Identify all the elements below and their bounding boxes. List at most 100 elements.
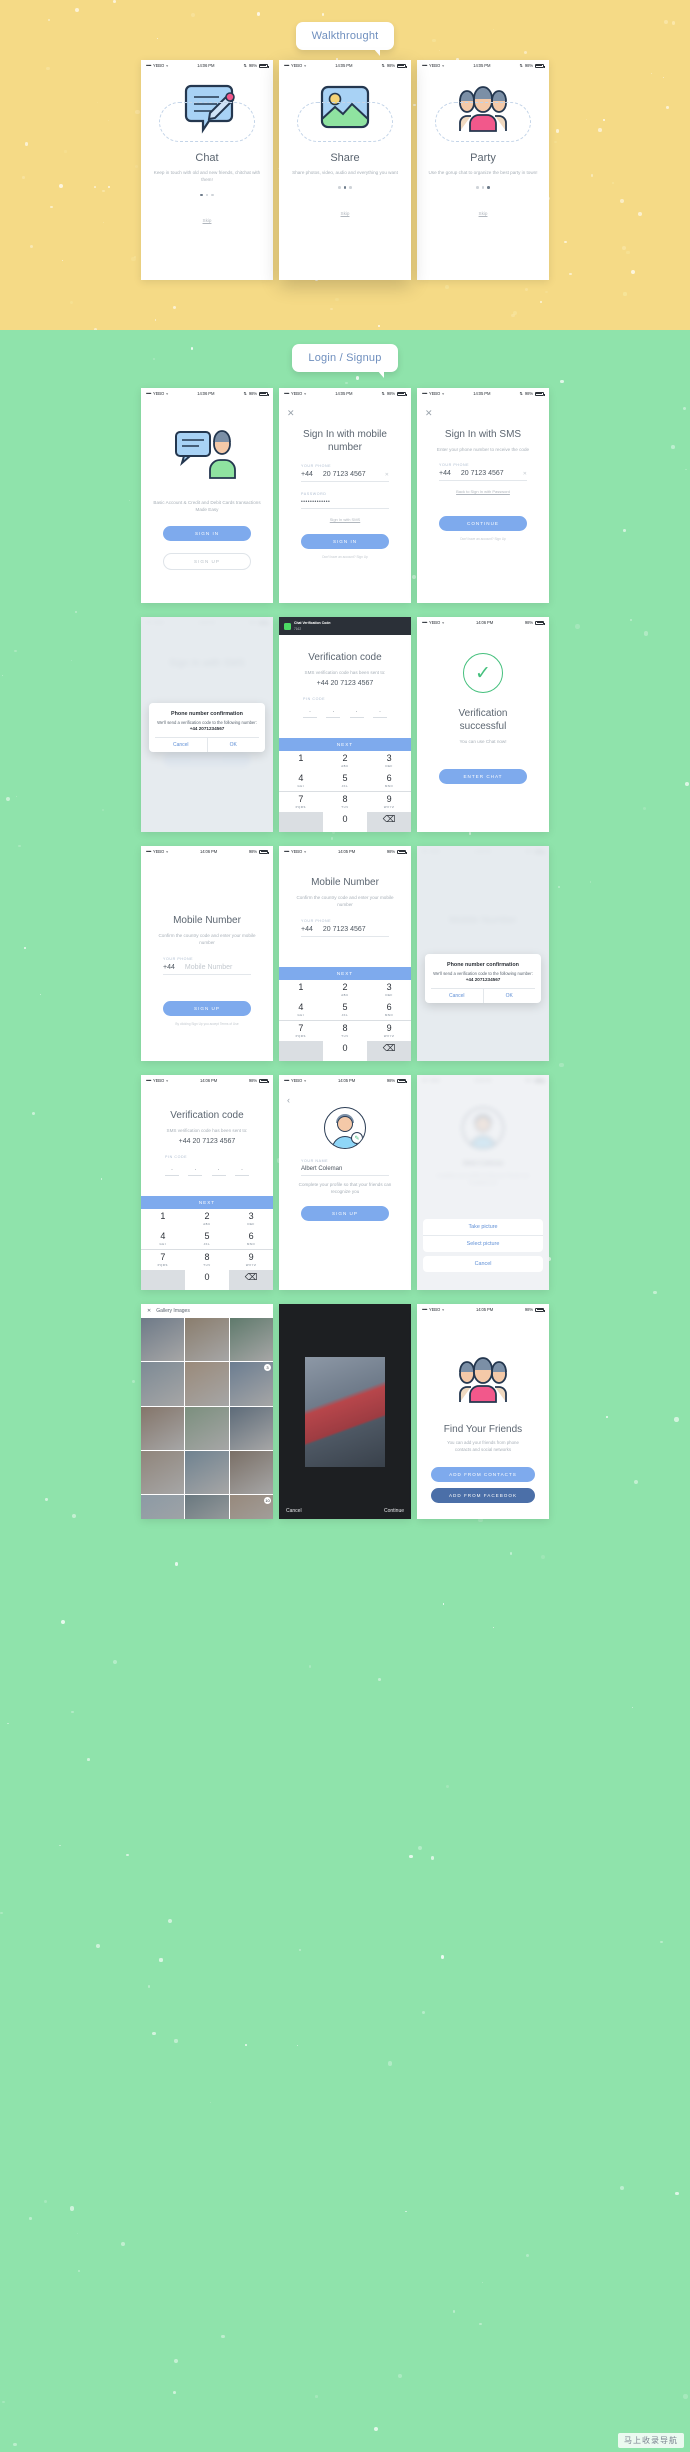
camera-badge-icon[interactable]: ✎ [351, 1132, 363, 1144]
keypad-key-backspace[interactable]: ⌫ [367, 1041, 411, 1061]
clear-icon[interactable]: ✕ [523, 471, 527, 477]
next-button[interactable]: NEXT [279, 967, 411, 980]
continue-button[interactable]: Continue [384, 1508, 404, 1514]
keypad-key-blank[interactable] [141, 1270, 185, 1290]
sign-up-button[interactable]: SIGN UP [301, 1206, 389, 1221]
phone-number-value[interactable]: 20 7123 4567 [323, 926, 366, 933]
country-code-value[interactable]: +44 [301, 926, 313, 933]
phone-number-value[interactable]: 20 7123 4567 [323, 471, 366, 478]
keypad-key-8[interactable]: 8 TUV [323, 792, 367, 812]
cancel-button[interactable]: Cancel [286, 1508, 302, 1514]
avatar[interactable]: ✎ [324, 1107, 366, 1149]
phone-number-value[interactable]: 20 7123 4567 [461, 470, 504, 477]
continue-button[interactable]: CONTINUE [439, 516, 527, 531]
screen-verify-signup[interactable]: ••••• YEBO ▿ 14:06 PM 98% Verification code … [141, 1075, 273, 1290]
phone-field[interactable]: +44 20 7123 4567 [301, 923, 389, 937]
close-icon[interactable]: ✕ [425, 408, 433, 419]
keypad-key-8[interactable]: 8 TUV [185, 1250, 229, 1270]
screen-mobile-number-dialog[interactable]: •••••YEBO14:05 PM98% Mobile Number SIGN … [417, 846, 549, 1061]
gallery-grid[interactable]: 3 10 [141, 1318, 273, 1519]
pin-digit[interactable]: · [235, 1167, 249, 1176]
screen-mobile-number-signup[interactable]: ••••• YEBO ▿ 14:06 PM 98% Mobile Number Conf… [141, 846, 273, 1061]
selection-badge[interactable]: 3 [264, 1364, 271, 1371]
password-field[interactable]: ••••••••••••• [301, 496, 389, 509]
gallery-thumbnail[interactable] [141, 1407, 184, 1450]
screen-profile[interactable]: ••••• YEBO ▿ 14:05 PM 98% ‹ ✎ YOUR NAME Albe… [279, 1075, 411, 1290]
sign-up-button[interactable]: SIGN UP [163, 553, 251, 570]
select-picture-button[interactable]: Select picture [423, 1236, 543, 1252]
phone-field[interactable]: +44 20 7123 4567 ✕ [439, 467, 527, 481]
next-button[interactable]: NEXT [141, 1196, 273, 1209]
dialog-ok-button[interactable]: OK [484, 989, 536, 1003]
phone-number-placeholder[interactable]: Mobile Number [185, 964, 232, 971]
dialog-ok-button[interactable]: OK [208, 738, 260, 752]
screen-signin-mobile[interactable]: ••••• YEBO ▿ 14:05 PM ⇅ 98% ✕ Sign In with mo… [279, 388, 411, 603]
sign-in-button[interactable]: SIGN IN [163, 526, 251, 541]
skip-link[interactable]: Skip [427, 211, 539, 216]
keypad-key-7[interactable]: 7 PQRS [141, 1250, 185, 1270]
keypad-key-5[interactable]: 5 JKL [323, 1000, 367, 1020]
keypad-key-backspace[interactable]: ⌫ [367, 812, 411, 832]
screen-find-friends[interactable]: ••••• YEBO ▿ 14:05 PM 98% Find Your Frie… [417, 1304, 549, 1519]
keypad-key-0[interactable]: 0 [323, 812, 367, 832]
terms-footer[interactable]: By clicking Sign Up you accept Terms of … [151, 1022, 263, 1027]
push-notification[interactable]: Chat Verification Code: 7162 [279, 617, 411, 635]
signup-footer-link[interactable]: Don't have an account? Sign Up [427, 537, 539, 542]
gallery-thumbnail[interactable] [230, 1407, 273, 1450]
name-field[interactable]: Albert Coleman [301, 1163, 389, 1176]
gallery-thumbnail[interactable]: 10 [230, 1495, 273, 1519]
keypad-key-3[interactable]: 3 DEF [229, 1209, 273, 1229]
phone-field[interactable]: +44 20 7123 4567 ✕ [301, 468, 389, 482]
screen-photo-preview[interactable]: Cancel Continue [279, 1304, 411, 1519]
gallery-thumbnail[interactable] [185, 1318, 228, 1361]
gallery-thumbnail[interactable] [185, 1362, 228, 1405]
screen-verification-code[interactable]: Chat Verification Code: 7162 Verificatio… [279, 617, 411, 832]
gallery-thumbnail[interactable] [230, 1451, 273, 1494]
pin-digit[interactable]: · [165, 1167, 179, 1176]
gallery-thumbnail[interactable] [185, 1451, 228, 1494]
close-icon[interactable]: ✕ [287, 408, 295, 419]
name-value[interactable]: Albert Coleman [301, 1166, 342, 1172]
walkthrough-screen-chat[interactable]: ••••• YEBO ▿ 14:06 PM ⇅ 98% Chat Keep in… [141, 60, 273, 280]
keypad-key-6[interactable]: 6 MNO [229, 1229, 273, 1249]
keypad-key-8[interactable]: 8 TUV [323, 1021, 367, 1041]
screen-mobile-number-filled[interactable]: ••••• YEBO ▿ 14:05 PM 98% Mobile Number Conf… [279, 846, 411, 1061]
keypad-key-4[interactable]: 4 GHI [279, 1000, 323, 1020]
keypad-key-2[interactable]: 2 ABC [185, 1209, 229, 1229]
country-code-value[interactable]: +44 [163, 964, 175, 971]
gallery-thumbnail[interactable] [141, 1451, 184, 1494]
sheet-cancel-button[interactable]: Cancel [423, 1256, 543, 1272]
pin-digit[interactable]: · [373, 709, 387, 718]
pin-digit[interactable]: · [212, 1167, 226, 1176]
keypad-key-7[interactable]: 7 PQRS [279, 1021, 323, 1041]
pin-digit[interactable]: · [350, 709, 364, 718]
keypad-key-1[interactable]: 1 [279, 980, 323, 1000]
dialog-cancel-button[interactable]: Cancel [431, 989, 484, 1003]
numeric-keypad[interactable]: 1 2 ABC 3 DEF 4 GHI 5 JKL 6 MNO 7 PQRS 8 TUV 9 WXYZ 0 ⌫ [141, 1209, 273, 1291]
keypad-key-9[interactable]: 9 WXYZ [229, 1250, 273, 1270]
selection-badge[interactable]: 10 [264, 1497, 271, 1504]
keypad-key-9[interactable]: 9 WXYZ [367, 792, 411, 812]
keypad-key-backspace[interactable]: ⌫ [229, 1270, 273, 1290]
skip-link[interactable]: Skip [151, 218, 263, 223]
keypad-key-0[interactable]: 0 [185, 1270, 229, 1290]
keypad-key-blank[interactable] [279, 812, 323, 832]
skip-link[interactable]: Skip [289, 211, 401, 216]
keypad-key-3[interactable]: 3 DEF [367, 980, 411, 1000]
keypad-key-1[interactable]: 1 [279, 751, 323, 771]
back-icon[interactable]: ‹ [287, 1095, 290, 1105]
phone-field[interactable]: +44 Mobile Number [163, 961, 251, 975]
close-icon[interactable]: ✕ [147, 1308, 151, 1314]
keypad-key-6[interactable]: 6 MNO [367, 1000, 411, 1020]
pin-digit[interactable]: · [188, 1167, 202, 1176]
signup-footer-link[interactable]: Don't have an account? Sign Up [289, 555, 401, 560]
pin-digit[interactable]: · [326, 709, 340, 718]
enter-chat-button[interactable]: ENTER CHAT [439, 769, 527, 784]
keypad-key-blank[interactable] [279, 1041, 323, 1061]
add-from-contacts-button[interactable]: ADD FROM CONTACTS [431, 1467, 535, 1482]
gallery-thumbnail[interactable] [185, 1407, 228, 1450]
numeric-keypad[interactable]: 1 2 ABC 3 DEF 4 GHI 5 JKL 6 MNO 7 PQRS 8 TUV 9 WXYZ 0 ⌫ [279, 980, 411, 1062]
keypad-key-2[interactable]: 2 ABC [323, 980, 367, 1000]
gallery-thumbnail[interactable] [230, 1318, 273, 1361]
country-code-value[interactable]: +44 [301, 471, 313, 478]
